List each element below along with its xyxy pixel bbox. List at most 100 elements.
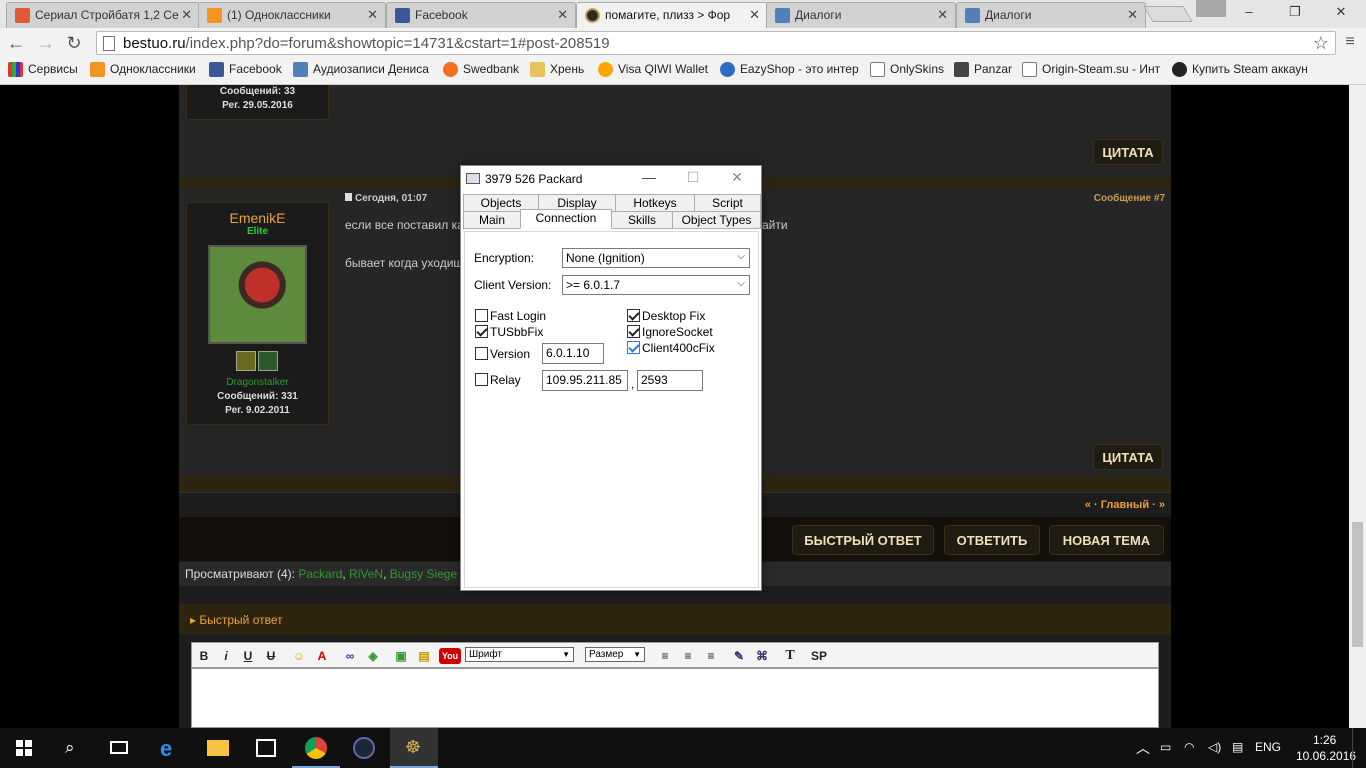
quote-button[interactable]: ЦИТАТА: [1093, 444, 1163, 470]
address-bar[interactable]: bestuo.ru/index.php?do=forum&showtopic=1…: [96, 31, 1336, 55]
tab-script[interactable]: Script: [694, 194, 761, 212]
reload-icon[interactable]: ↻: [64, 33, 84, 53]
tab-forum[interactable]: помагите, плизз > Фор ✕: [576, 2, 768, 28]
close-icon[interactable]: ✕: [1127, 7, 1138, 23]
back-arrow-icon[interactable]: ←: [6, 33, 26, 53]
restore-icon[interactable]: ❐: [1272, 0, 1318, 24]
align-center-icon[interactable]: ≡: [680, 648, 696, 664]
notification-icon[interactable]: ▤: [1232, 740, 1243, 754]
volume-icon[interactable]: ◁): [1208, 740, 1221, 754]
relay-checkbox[interactable]: [475, 373, 488, 386]
store-button[interactable]: [242, 728, 290, 768]
youtube-icon[interactable]: You: [439, 648, 461, 664]
edit-icon[interactable]: ✎: [731, 648, 747, 664]
close-icon[interactable]: ✕: [937, 7, 948, 23]
spoiler-button[interactable]: SP: [808, 648, 830, 664]
typography-icon[interactable]: T: [782, 648, 798, 664]
image-icon[interactable]: ▣: [393, 648, 409, 664]
reply-textarea[interactable]: [191, 668, 1159, 728]
ignore-socket-checkbox[interactable]: [627, 325, 640, 338]
post-number[interactable]: Сообщение #7: [1094, 193, 1165, 204]
task-view-button[interactable]: [96, 728, 144, 768]
network-icon[interactable]: ▭: [1160, 740, 1171, 754]
link-icon[interactable]: ∞: [342, 648, 358, 664]
star-icon[interactable]: ☆: [1313, 33, 1329, 54]
pagination[interactable]: « · Главный · »: [1085, 499, 1165, 511]
folder-icon[interactable]: ▤: [416, 648, 432, 664]
tab-serial[interactable]: Сериал Стройбатя 1,2 Се ✕: [6, 2, 200, 28]
username[interactable]: EmenikE: [187, 210, 328, 226]
relay-ip-input[interactable]: 109.95.211.85: [542, 370, 628, 391]
bookmark-onlyskins[interactable]: OnlySkins: [870, 62, 944, 77]
menu-icon[interactable]: ≡: [1342, 33, 1358, 51]
close-icon[interactable]: ✕: [723, 169, 751, 186]
tab-main[interactable]: Main: [463, 211, 521, 229]
bookmark-panzar[interactable]: Panzar: [954, 62, 1012, 77]
smiley-icon[interactable]: ☺: [291, 648, 307, 664]
underline-icon[interactable]: U: [240, 648, 256, 664]
close-icon[interactable]: ✕: [749, 7, 760, 23]
quick-reply-title[interactable]: ▸ Быстрый ответ: [190, 613, 283, 627]
viewer-link[interactable]: Packard: [298, 567, 342, 581]
client-version-select[interactable]: >= 6.0.1.7 ⌵: [562, 275, 750, 295]
razor-button[interactable]: ☸: [390, 728, 438, 768]
tusbbfix-checkbox[interactable]: [475, 325, 488, 338]
bookmark-audio[interactable]: Аудиозаписи Дениса: [293, 62, 429, 77]
show-desktop-button[interactable]: [1352, 728, 1366, 768]
tab-hotkeys[interactable]: Hotkeys: [615, 194, 695, 212]
bold-icon[interactable]: B: [196, 648, 212, 664]
maximize-icon[interactable]: ☐: [679, 169, 707, 186]
unlink-icon[interactable]: ◈: [365, 648, 381, 664]
client400c-checkbox[interactable]: [627, 341, 640, 354]
explorer-button[interactable]: [194, 728, 242, 768]
font-select[interactable]: Шрифт ▼: [465, 647, 574, 662]
new-tab-button[interactable]: [1143, 6, 1193, 22]
forward-arrow-icon[interactable]: →: [36, 33, 56, 53]
minimize-icon[interactable]: –: [1226, 0, 1272, 24]
bookmark-odnoklassniki[interactable]: Одноклассники: [90, 62, 196, 77]
close-window-icon[interactable]: ✕: [1318, 0, 1364, 24]
scrollbar[interactable]: [1349, 85, 1366, 728]
tab-odnoklassniki[interactable]: (1) Одноклассники ✕: [198, 2, 386, 28]
tab-facebook[interactable]: Facebook ✕: [386, 2, 576, 28]
encryption-select[interactable]: None (Ignition) ⌵: [562, 248, 750, 268]
avatar[interactable]: [208, 245, 307, 344]
font-color-icon[interactable]: A: [314, 648, 330, 664]
start-button[interactable]: [0, 728, 48, 768]
clock-time[interactable]: 1:26: [1313, 733, 1336, 747]
desktop-fix-checkbox[interactable]: [627, 309, 640, 322]
size-select[interactable]: Размер ▼: [585, 647, 645, 662]
chrome-button[interactable]: [292, 728, 340, 768]
tab-connection[interactable]: Connection: [520, 209, 612, 229]
wifi-icon[interactable]: ◠: [1184, 740, 1194, 754]
profile-icon[interactable]: [1196, 0, 1226, 17]
bookmark-steam-account[interactable]: Купить Steam аккаун: [1172, 62, 1308, 77]
viewer-link[interactable]: RiVeN: [349, 567, 383, 581]
strike-icon[interactable]: U: [263, 648, 279, 664]
language-indicator[interactable]: ENG: [1255, 740, 1281, 754]
bookmark-qiwi[interactable]: Visa QIWI Wallet: [598, 62, 708, 77]
align-left-icon[interactable]: ≡: [657, 648, 673, 664]
tab-dialogi-2[interactable]: Диалоги ✕: [956, 2, 1146, 28]
bookmark-facebook[interactable]: Facebook: [209, 62, 282, 77]
edge-button[interactable]: e: [146, 728, 194, 768]
new-topic-button[interactable]: НОВАЯ ТЕМА: [1049, 525, 1164, 555]
quick-reply-button[interactable]: БЫСТРЫЙ ОТВЕТ: [792, 525, 934, 555]
close-icon[interactable]: ✕: [181, 7, 192, 23]
search-button[interactable]: ⌕: [48, 728, 96, 768]
steam-button[interactable]: [340, 728, 388, 768]
close-icon[interactable]: ✕: [557, 7, 568, 23]
close-icon[interactable]: ✕: [367, 7, 378, 23]
bookmark-swedbank[interactable]: Swedbank: [443, 62, 519, 77]
relay-port-input[interactable]: 2593: [637, 370, 703, 391]
tab-object-types[interactable]: Object Types: [672, 211, 761, 229]
fast-login-checkbox[interactable]: [475, 309, 488, 322]
code-icon[interactable]: ⌘: [754, 648, 770, 664]
italic-icon[interactable]: i: [218, 648, 234, 664]
version-checkbox[interactable]: [475, 347, 488, 360]
bookmark-folder[interactable]: Хрень: [530, 62, 584, 77]
bookmark-origin-steam[interactable]: Origin-Steam.su - Инт: [1022, 62, 1160, 77]
tab-dialogi-1[interactable]: Диалоги ✕: [766, 2, 956, 28]
chevron-up-icon[interactable]: ︿: [1136, 738, 1150, 758]
scrollbar-thumb[interactable]: [1352, 522, 1363, 647]
